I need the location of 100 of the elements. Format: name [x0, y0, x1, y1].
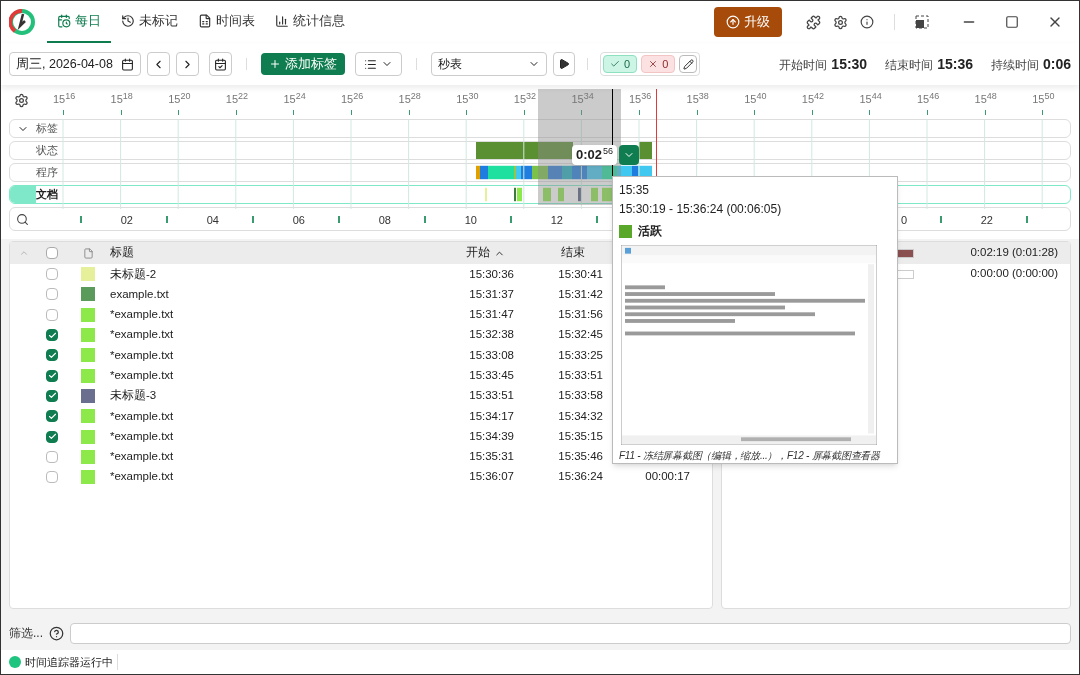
time-label: 15$^{48}$	[974, 91, 997, 107]
time-label: 15$^{16}$	[53, 91, 76, 107]
info-icon[interactable]	[860, 15, 874, 29]
title-cell-text: example.txt	[110, 286, 170, 302]
end-cell-text: 15:36:24	[557, 469, 604, 485]
status-text: 时间追踪器运行中	[25, 653, 118, 671]
row-checkbox[interactable]	[46, 471, 58, 484]
start-cell-text: 15:35:31	[468, 449, 515, 465]
plugin-icon[interactable]	[806, 14, 821, 30]
start-cell-text: 15:33:45	[468, 368, 515, 383]
hour-label: 02	[119, 213, 133, 228]
summary-value: 15:36	[937, 54, 973, 74]
maximize-icon[interactable]	[1005, 15, 1019, 29]
title-cell-text: *example.txt	[110, 347, 175, 363]
row-checkbox[interactable]	[46, 288, 58, 301]
next-day-button[interactable]	[176, 52, 199, 76]
add-tag-button[interactable]: 添加标签	[261, 53, 345, 75]
upgrade-button[interactable]: 升级	[714, 7, 782, 37]
date-field[interactable]: 周三, 2026-04-08	[9, 52, 141, 76]
time-label: 15$^{42}$	[801, 91, 825, 107]
hour-label: 22	[979, 213, 993, 228]
row-checkbox[interactable]	[46, 389, 58, 402]
title-cell-text: *example.txt	[110, 368, 175, 383]
title-cell-text: *example.txt	[110, 428, 175, 444]
check-icon	[47, 432, 57, 441]
app-logo	[9, 9, 35, 35]
end-cell-text: 15:35:46	[557, 449, 604, 465]
time-label: 15$^{28}$	[398, 91, 421, 107]
row-label: 标签	[36, 121, 58, 137]
row-checkbox[interactable]	[46, 450, 58, 463]
nav-tab[interactable]: 未标记	[111, 1, 188, 43]
search-icon[interactable]	[16, 213, 29, 226]
row-checkbox[interactable]	[46, 308, 58, 321]
duration-text: 0:00:00 (0:00:00)	[970, 266, 1058, 282]
row-checkbox[interactable]	[46, 369, 58, 382]
filter-label: 筛选...	[9, 625, 43, 642]
pencil-icon	[682, 58, 694, 70]
time-label: 15$^{50}$	[1032, 91, 1055, 107]
column-header[interactable]: 开始	[440, 244, 530, 262]
hour-label: 10	[463, 213, 477, 228]
end-cell-text: 15:33:51	[557, 368, 604, 383]
select-all-checkbox[interactable]	[46, 247, 58, 259]
play-button[interactable]	[553, 52, 575, 76]
summary-value: 15:30	[831, 54, 868, 74]
end-cell-text: 15:33:25	[557, 347, 604, 363]
row-checkbox[interactable]	[46, 268, 58, 281]
date-text: 周三, 2026-04-08	[16, 55, 113, 73]
rejected-count-button[interactable]: 0	[641, 55, 676, 73]
nav-tab[interactable]: 统计信息	[265, 1, 355, 43]
settings-icon[interactable]	[14, 93, 29, 108]
duration-text: 0:02:19 (0:01:28)	[970, 245, 1058, 261]
row-checkbox[interactable]	[46, 410, 58, 423]
filter-field[interactable]	[70, 622, 1071, 644]
title-cell-text: *example.txt	[110, 449, 175, 465]
tab-icon	[198, 14, 212, 28]
mode-select[interactable]: 秒表	[431, 52, 547, 76]
selection-menu-button[interactable]	[619, 145, 640, 165]
compact-view-icon[interactable]	[915, 15, 929, 29]
calendar-check-icon	[214, 57, 227, 71]
title-cell-text: *example.txt	[110, 469, 175, 485]
start-cell-text: 15:30:36	[468, 266, 515, 282]
nav-tab[interactable]: 时间表	[188, 1, 265, 43]
start-cell-text: 15:34:39	[468, 428, 515, 444]
help-icon[interactable]	[49, 625, 64, 641]
time-label: 15$^{38}$	[686, 91, 709, 107]
title-cell-text: 未标题-3	[110, 388, 158, 404]
list-icon	[364, 57, 377, 71]
summary-label: 持续时间	[990, 57, 1039, 73]
end-cell-text: 15:33:58	[557, 388, 604, 404]
previous-day-button[interactable]	[147, 52, 170, 76]
title-cell-text: *example.txt	[110, 307, 175, 323]
today-button[interactable]	[209, 52, 232, 76]
time-label: 15$^{30}$	[456, 91, 479, 107]
mode-select-value: 秒表	[438, 56, 463, 73]
time-label: 15$^{36}$	[629, 91, 652, 107]
title-cell-text: *example.txt	[110, 408, 175, 424]
calendar-icon	[121, 57, 134, 71]
time-label: 15$^{32}$	[513, 91, 537, 107]
end-cell-text: 15:35:15	[557, 428, 604, 444]
time-label: 15$^{26}$	[341, 91, 364, 107]
row-checkbox[interactable]	[46, 430, 58, 443]
start-cell-text: 15:31:47	[468, 307, 515, 323]
hour-label: 06	[291, 213, 305, 228]
column-header[interactable]: 结束	[530, 244, 615, 262]
time-label: 15$^{34}$	[571, 91, 594, 107]
upgrade-icon	[726, 15, 740, 29]
column-header[interactable]: 标题	[110, 244, 440, 262]
time-label: 15$^{40}$	[744, 91, 767, 107]
row-checkbox[interactable]	[46, 329, 58, 342]
edit-button[interactable]	[679, 55, 698, 73]
row-label: 状态	[36, 143, 58, 159]
row-checkbox[interactable]	[46, 349, 58, 362]
list-view-button[interactable]	[355, 52, 402, 76]
approved-count-button[interactable]: 0	[603, 55, 638, 73]
settings-icon[interactable]	[833, 14, 848, 30]
title-cell-text: 未标题-2	[110, 266, 158, 282]
row-label: 文档	[36, 187, 58, 203]
timeline-row[interactable]: 标签	[9, 119, 1071, 138]
start-cell-text: 15:31:37	[468, 286, 515, 302]
summary-label: 结束时间	[885, 57, 934, 73]
